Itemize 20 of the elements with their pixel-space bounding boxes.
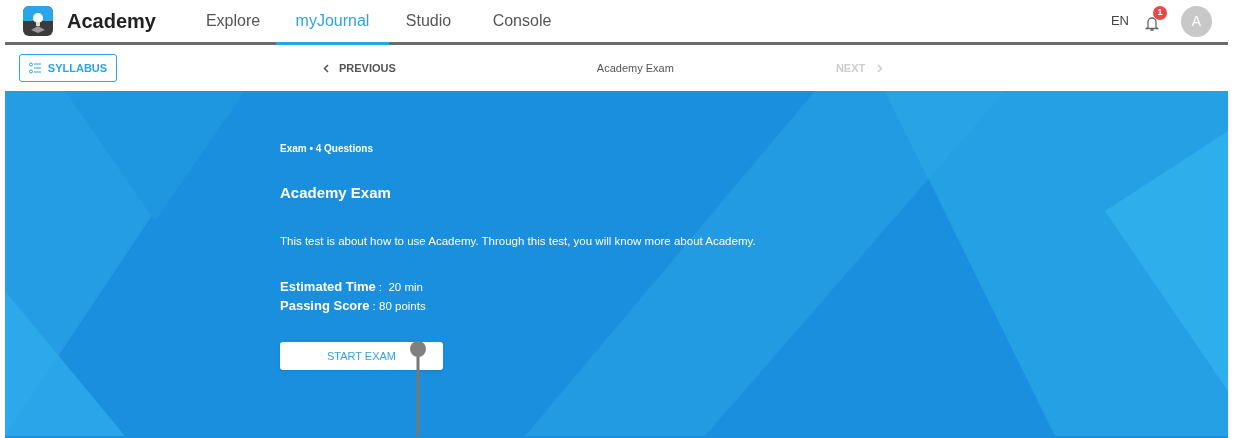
detail-value: : 20 min xyxy=(378,279,423,295)
exam-title: Academy Exam xyxy=(280,183,392,203)
detail-label: Estimated Time xyxy=(280,277,376,296)
nav-tab[interactable]: Console xyxy=(468,0,576,42)
lesson-title: Academy Exam xyxy=(596,60,674,76)
notification-count: 1 xyxy=(1153,6,1167,20)
notification-bell-icon[interactable] xyxy=(1145,16,1159,32)
exam-meta: Exam • 4 Questions xyxy=(280,142,374,156)
lightbulb-logo-icon xyxy=(23,6,53,36)
chevron-right-icon xyxy=(877,63,884,73)
brand-name: Academy xyxy=(67,9,156,34)
nav-tab[interactable]: Studio xyxy=(389,0,468,42)
exam-description: This test is about how to use Academy. Through this test, you will know more about Academy. xyxy=(280,233,757,249)
detail-value: : 80 points xyxy=(372,299,426,315)
language-selector[interactable]: EN xyxy=(1110,11,1129,31)
list-icon xyxy=(28,62,42,74)
previous-button[interactable]: PREVIOUS xyxy=(323,59,396,77)
detail-label: Passing Score xyxy=(280,297,370,316)
nav-tab[interactable]: Explore xyxy=(190,0,276,42)
chevron-left-icon xyxy=(323,63,329,73)
